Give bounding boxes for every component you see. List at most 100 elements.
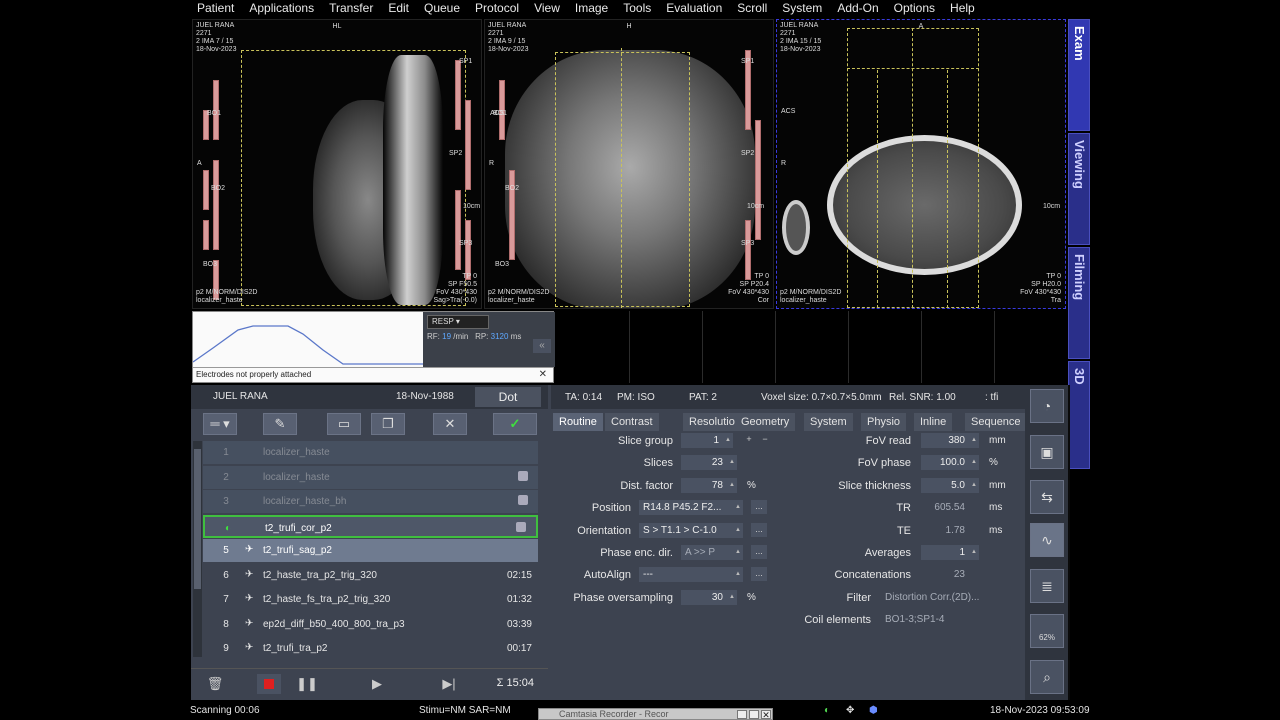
queue-row[interactable]: 8 ✈ ep2d_diff_b50_400_800_tra_p3 03:39	[203, 612, 538, 636]
param-unit: ms	[989, 524, 1003, 536]
right-toolbar: ◔ ▣ ⇆ ∿ ≣ 62% ⌕	[1025, 385, 1068, 700]
slice-box[interactable]	[555, 52, 690, 307]
collapse-button[interactable]: «	[533, 339, 551, 353]
param-label: Concatenations	[834, 569, 911, 582]
queue-row[interactable]: 6 ✈ t2_haste_tra_p2_trig_320 02:15	[203, 563, 538, 587]
more-button[interactable]: ...	[751, 545, 767, 559]
dot-button[interactable]: Dot	[475, 387, 541, 407]
menu-help[interactable]: Help	[943, 0, 983, 17]
menu-queue[interactable]: Queue	[417, 0, 468, 17]
patient-name: JUEL RANA	[213, 391, 268, 402]
param-slice-thickness-field[interactable]: 5.0▲▼	[921, 477, 979, 493]
param-autoalign-field[interactable]: ---▲▼	[639, 567, 743, 583]
viewport-transversal[interactable]: JUEL RANA 2271 2 IMA 15 / 15 18-Nov-2023…	[776, 19, 1066, 309]
camtasia-recorder-bar[interactable]: Camtasia Recorder - Recor ✕	[538, 708, 773, 720]
menu-view[interactable]: View	[527, 0, 568, 17]
queue-row[interactable]: 9 ✈ t2_trufi_tra_p2 00:17	[203, 637, 538, 660]
param-unit: ms	[989, 502, 1003, 514]
cancel-button[interactable]: ✕	[433, 413, 467, 435]
viewport-coronal[interactable]: JUEL RANA 2271 2 IMA 9 / 15 18-Nov-2023 …	[484, 19, 774, 309]
progress-icon[interactable]: 62%	[1030, 614, 1064, 648]
trash-icon[interactable]: 🗑	[203, 674, 227, 694]
list-icon[interactable]: ≣	[1030, 569, 1064, 603]
side-label: A	[197, 160, 202, 167]
param-fov-phase-field[interactable]: 100.0▲▼	[921, 455, 979, 471]
menu-tools[interactable]: Tools	[616, 0, 659, 17]
param-dist-factor-field[interactable]: 78▲▼	[681, 477, 737, 493]
tab-routine[interactable]: Routine	[553, 413, 603, 431]
stop-button[interactable]	[257, 674, 281, 694]
physio-icon[interactable]: ∿	[1030, 523, 1064, 557]
viewport-header: JUEL RANA 2271 2 IMA 9 / 15 18-Nov-2023	[488, 22, 529, 53]
edit-pencil-icon[interactable]: ✎	[263, 413, 297, 435]
viewport-footer-right: TP 0 SP F50.5 FoV 430*430 Sag>Tra(-0.0)	[433, 273, 477, 304]
resp-select[interactable]: RESP ▾	[427, 315, 489, 329]
magnifier-icon[interactable]: ⌕	[1030, 660, 1064, 694]
skip-button[interactable]: ▶|	[437, 674, 461, 694]
param-unit: mm	[989, 435, 1006, 446]
tab-system[interactable]: System	[804, 413, 853, 431]
tab-physio[interactable]: Physio	[861, 413, 907, 431]
tab-exam[interactable]: Exam	[1068, 19, 1090, 131]
param-fov-read-field[interactable]: 380▲▼	[921, 433, 979, 448]
param-phase-oversampling-field[interactable]: 30▲▼	[681, 589, 737, 605]
menu-edit[interactable]: Edit	[381, 0, 417, 17]
tab-inline[interactable]: Inline	[914, 413, 953, 431]
patient-position-icon[interactable]: ⇆	[1030, 480, 1064, 514]
queue-row-name: t2_haste_tra_p2_trig_320	[263, 569, 377, 581]
more-button[interactable]: ...	[751, 522, 767, 537]
close-icon[interactable]: ✕	[539, 368, 547, 382]
queue-row[interactable]: 2 localizer_haste	[203, 465, 538, 489]
param-averages-field[interactable]: 1▲▼	[921, 545, 979, 560]
viewport-sagittal[interactable]: JUEL RANA 2271 2 IMA 7 / 15 18-Nov-2023 …	[192, 19, 482, 309]
queue-row[interactable]: ◐ t2_trufi_cor_p2	[203, 514, 538, 538]
param-slice-group-field[interactable]: 1▲▼	[681, 433, 733, 448]
play-button[interactable]: ▶	[365, 674, 389, 694]
window-icon[interactable]: ▣	[1030, 435, 1064, 469]
param-label: FoV read	[865, 435, 911, 447]
coil-label: BO2	[211, 185, 226, 192]
image-icon	[518, 470, 528, 481]
queue-row[interactable]: 5 ✈ t2_trufi_sag_p2	[203, 539, 538, 562]
menu-patient[interactable]: Patient	[190, 0, 242, 17]
param-orientation-field[interactable]: S > T1.1 > C-1.0▲▼	[639, 522, 743, 538]
menu-add-on[interactable]: Add-On	[830, 0, 886, 17]
menu-protocol[interactable]: Protocol	[468, 0, 527, 17]
pause-button[interactable]: ❚❚	[295, 674, 319, 694]
more-button[interactable]: ...	[751, 567, 767, 582]
slice-box[interactable]	[241, 50, 466, 306]
patient-dob: 18-Nov-1988	[396, 391, 454, 402]
orientation-top: H	[626, 23, 632, 30]
copy-icon[interactable]: ❐	[371, 413, 405, 435]
queue-scrollbar[interactable]	[193, 441, 202, 657]
menu-image[interactable]: Image	[568, 0, 616, 17]
tab-contrast[interactable]: Contrast	[605, 413, 659, 431]
viewport-footer-left: p2 M/NORM/DIS2D localizer_haste	[488, 289, 550, 304]
queue-row[interactable]: 7 ✈ t2_haste_fs_tra_p2_trig_320 01:32	[203, 588, 538, 611]
tab-geometry[interactable]: Geometry	[735, 413, 796, 431]
queue-row[interactable]: 1 localizer_haste	[203, 441, 538, 464]
close-icon[interactable]: ✕	[761, 710, 771, 720]
tab-viewing[interactable]: Viewing	[1068, 133, 1090, 245]
tab-sequence[interactable]: Sequence	[965, 413, 1027, 431]
queue-row[interactable]: 3 localizer_haste_bh	[203, 490, 538, 513]
menu-options[interactable]: Options	[887, 0, 943, 17]
add-slice-group-button[interactable]: +	[741, 433, 757, 447]
menu-transfer[interactable]: Transfer	[322, 0, 381, 17]
menu-scroll[interactable]: Scroll	[730, 0, 775, 17]
more-button[interactable]: ...	[751, 500, 767, 515]
head-icon[interactable]: ◔	[1030, 389, 1064, 423]
param-slices-field[interactable]: 23▲▼	[681, 455, 737, 471]
param-position-field[interactable]: R14.8 P45.2 F2...▲▼	[639, 500, 743, 516]
queue-menu-button[interactable]: ═ ▾	[203, 413, 237, 435]
folder-icon[interactable]: ▭	[327, 413, 361, 435]
tab-3d[interactable]: 3D	[1068, 361, 1090, 469]
apply-button[interactable]: ✓	[493, 413, 537, 435]
menu-applications[interactable]: Applications	[242, 0, 322, 17]
menu-evaluation[interactable]: Evaluation	[659, 0, 730, 17]
tab-filming[interactable]: Filming	[1068, 247, 1090, 359]
viewport-header: JUEL RANA 2271 2 IMA 15 / 15 18-Nov-2023	[780, 22, 822, 53]
remove-slice-group-button[interactable]: −	[757, 433, 773, 447]
param-phase-enc-dir--field[interactable]: A >> P▲▼	[681, 545, 743, 560]
menu-system[interactable]: System	[775, 0, 830, 17]
